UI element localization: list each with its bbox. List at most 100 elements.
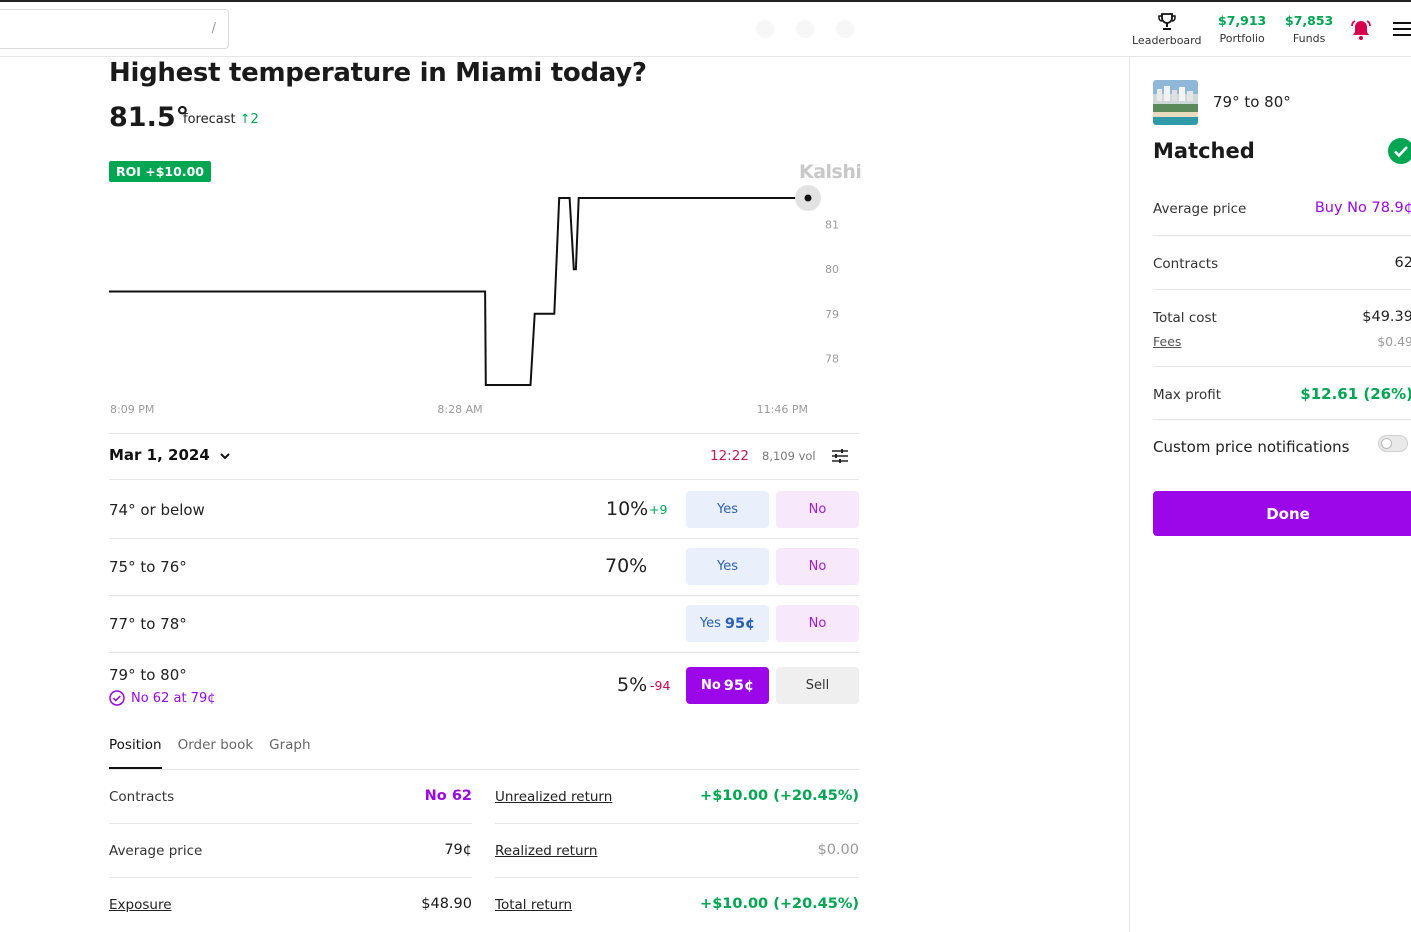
portfolio-label: Portfolio <box>1219 32 1265 45</box>
realized-return-link[interactable]: Realized return <box>495 843 597 859</box>
buy-no-button[interactable]: No <box>776 548 859 585</box>
kalshi-watermark: Kalshi <box>799 161 862 183</box>
check-icon <box>1388 138 1411 164</box>
panel-average-price-value: Buy No 78.9¢ <box>1314 200 1411 216</box>
y-tick-label: 79 <box>825 308 839 321</box>
settings-sliders-icon[interactable] <box>830 446 850 466</box>
order-status: Matched <box>1153 139 1255 163</box>
divider <box>1153 289 1411 290</box>
sell-button[interactable]: Sell <box>776 667 859 704</box>
outcome-label: 75° to 76° <box>109 558 187 576</box>
outcome-label: 79° to 80° <box>109 666 187 684</box>
y-tick-label: 80 <box>825 263 839 276</box>
done-button[interactable]: Done <box>1153 491 1411 536</box>
search-input[interactable] <box>0 10 197 48</box>
search-box[interactable]: / <box>0 9 229 49</box>
divider <box>1153 419 1411 420</box>
bell-icon[interactable] <box>1349 18 1373 42</box>
average-price-value: 79¢ <box>444 842 472 858</box>
panel-fees-value: $0.49 <box>1377 334 1411 349</box>
roi-badge: ROI +$10.00 <box>109 161 211 182</box>
order-outcome: 79° to 80° <box>1213 93 1291 111</box>
panel-max-profit-value: $12.61 (26%) <box>1300 385 1411 403</box>
last-point-marker <box>804 194 812 202</box>
x-tick-label: 11:46 PM <box>757 403 808 416</box>
divider <box>109 433 859 434</box>
time-remaining: 12:22 <box>710 448 749 464</box>
tab-position[interactable]: Position <box>109 737 162 769</box>
y-tick-label: 81 <box>825 219 839 232</box>
leaderboard-link[interactable]: Leaderboard <box>1132 12 1201 47</box>
total-return-value: +$10.00 (+20.45%) <box>700 896 859 912</box>
total-return-link[interactable]: Total return <box>495 897 572 913</box>
trophy-icon <box>1157 13 1176 30</box>
contracts-value: No 62 <box>424 788 472 804</box>
funds-label: Funds <box>1292 32 1326 45</box>
order-panel: 79° to 80° Matched Average price Buy No … <box>1129 57 1411 932</box>
x-axis-labels: 8:09 PM 8:28 AM 11:46 PM <box>110 403 808 416</box>
chart-series <box>109 185 821 386</box>
no-label: No <box>700 678 721 693</box>
notifications-label: Custom price notifications <box>1153 438 1350 456</box>
buy-yes-button[interactable]: Yes 95¢ <box>686 605 769 642</box>
x-tick-label: 8:28 AM <box>437 403 482 416</box>
divider <box>495 823 859 824</box>
tab-order-book[interactable]: Order book <box>178 737 254 769</box>
buy-yes-button[interactable]: Yes <box>686 491 769 528</box>
menu-icon[interactable] <box>1393 22 1411 38</box>
buy-yes-button[interactable]: Yes <box>686 548 769 585</box>
panel-total-cost-label: Total cost <box>1153 310 1217 326</box>
buy-no-button[interactable]: No <box>776 605 859 642</box>
divider <box>1153 366 1411 367</box>
tab-graph[interactable]: Graph <box>269 737 310 769</box>
yes-price: 95¢ <box>724 615 756 632</box>
portfolio-value: $7,913 <box>1218 13 1267 28</box>
loading-placeholders <box>756 20 854 38</box>
date-selector[interactable]: Mar 1, 2024 <box>109 446 231 464</box>
panel-contracts-value: 62 <box>1394 255 1411 271</box>
position-tabs: Position Order book Graph <box>109 737 327 769</box>
divider <box>109 595 859 596</box>
forecast-label: forecast <box>183 112 236 127</box>
buy-no-button-selected[interactable]: No 95¢ <box>686 667 769 704</box>
divider <box>109 769 859 770</box>
divider <box>1153 235 1411 236</box>
forecast-info: forecast ↑2 <box>183 112 259 127</box>
portfolio-link[interactable]: $7,913 Portfolio <box>1218 13 1266 45</box>
fees-link[interactable]: Fees <box>1153 334 1181 349</box>
divider <box>495 877 859 878</box>
position-note-text: No 62 at 79¢ <box>131 690 216 706</box>
divider <box>109 479 859 480</box>
funds-link[interactable]: $7,853 Funds <box>1285 13 1333 45</box>
yes-label: Yes <box>699 616 721 631</box>
search-shortcut-hint: / <box>211 21 216 36</box>
page-title: Highest temperature in Miami today? <box>109 58 647 88</box>
check-circle-icon <box>109 690 125 706</box>
chevron-down-icon <box>220 452 230 459</box>
outcome-delta: +9 <box>649 502 668 517</box>
divider <box>109 538 859 539</box>
forecast-change: ↑2 <box>239 112 259 127</box>
exposure-value: $48.90 <box>421 896 472 912</box>
notifications-toggle[interactable] <box>1378 435 1408 452</box>
y-tick-label: 78 <box>825 352 839 365</box>
current-temperature: 81.5° <box>109 102 190 133</box>
unrealized-return-link[interactable]: Unrealized return <box>495 789 612 805</box>
no-price: 95¢ <box>723 677 755 694</box>
exposure-link[interactable]: Exposure <box>109 897 172 913</box>
series-line <box>109 197 808 386</box>
unrealized-return-value: +$10.00 (+20.45%) <box>700 788 859 804</box>
realized-return-value: $0.00 <box>817 842 859 858</box>
volume-label: 8,109 vol <box>762 449 816 463</box>
outcome-label: 74° or below <box>109 501 205 519</box>
outcome-percent: 10% <box>606 498 649 520</box>
buy-no-button[interactable]: No <box>776 491 859 528</box>
panel-max-profit-label: Max profit <box>1153 387 1222 403</box>
outcome-percent: 70% <box>605 555 648 577</box>
panel-average-price-label: Average price <box>1153 201 1247 217</box>
date-label: Mar 1, 2024 <box>109 446 210 464</box>
position-note: No 62 at 79¢ <box>109 690 216 706</box>
panel-total-cost-value: $49.39 <box>1362 309 1411 325</box>
panel-contracts-label: Contracts <box>1153 256 1219 272</box>
price-chart[interactable]: 81 80 79 78 8:09 PM 8:28 AM 11:46 PM <box>100 182 870 422</box>
